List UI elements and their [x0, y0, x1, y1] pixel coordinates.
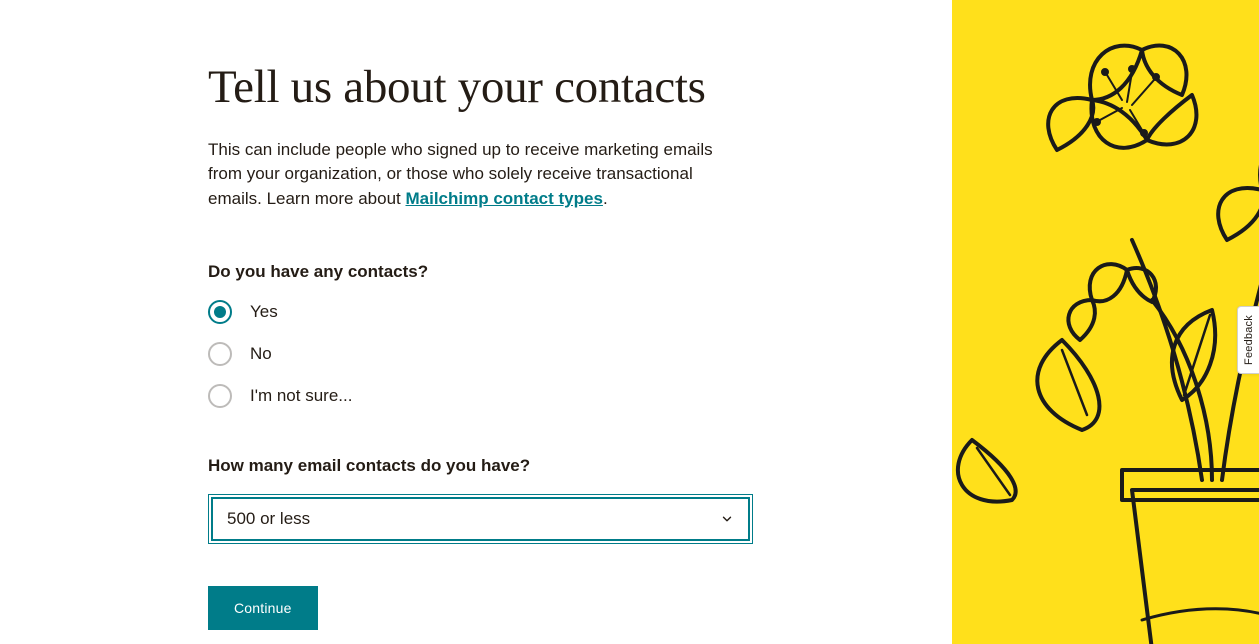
- radio-label: No: [250, 344, 272, 364]
- radio-circle-icon: [208, 342, 232, 366]
- has-contacts-radio-group: Yes No I'm not sure...: [208, 300, 748, 408]
- question-has-contacts-label: Do you have any contacts?: [208, 262, 748, 282]
- description-text-post: .: [603, 189, 608, 208]
- select-value: 500 or less: [227, 509, 310, 529]
- main-content-area: Tell us about your contacts This can inc…: [0, 0, 952, 644]
- radio-option-yes[interactable]: Yes: [208, 300, 748, 324]
- onboarding-form: Tell us about your contacts This can inc…: [208, 62, 748, 630]
- radio-label: Yes: [250, 302, 278, 322]
- radio-option-not-sure[interactable]: I'm not sure...: [208, 384, 748, 408]
- contact-count-select[interactable]: 500 or less: [211, 497, 750, 541]
- continue-button[interactable]: Continue: [208, 586, 318, 630]
- flower-pot-illustration: [952, 0, 1259, 644]
- radio-circle-icon: [208, 300, 232, 324]
- chevron-down-icon: [720, 512, 734, 526]
- question-contact-count-label: How many email contacts do you have?: [208, 456, 748, 476]
- contact-types-link[interactable]: Mailchimp contact types: [406, 189, 603, 208]
- feedback-tab-label: Feedback: [1243, 315, 1255, 365]
- radio-circle-icon: [208, 384, 232, 408]
- radio-dot-icon: [214, 306, 226, 318]
- illustration-panel: [952, 0, 1259, 644]
- page-description: This can include people who signed up to…: [208, 138, 718, 212]
- contact-count-select-focus-ring: 500 or less: [208, 494, 753, 544]
- page-title: Tell us about your contacts: [208, 62, 748, 114]
- radio-option-no[interactable]: No: [208, 342, 748, 366]
- feedback-tab[interactable]: Feedback: [1237, 306, 1259, 374]
- radio-label: I'm not sure...: [250, 386, 352, 406]
